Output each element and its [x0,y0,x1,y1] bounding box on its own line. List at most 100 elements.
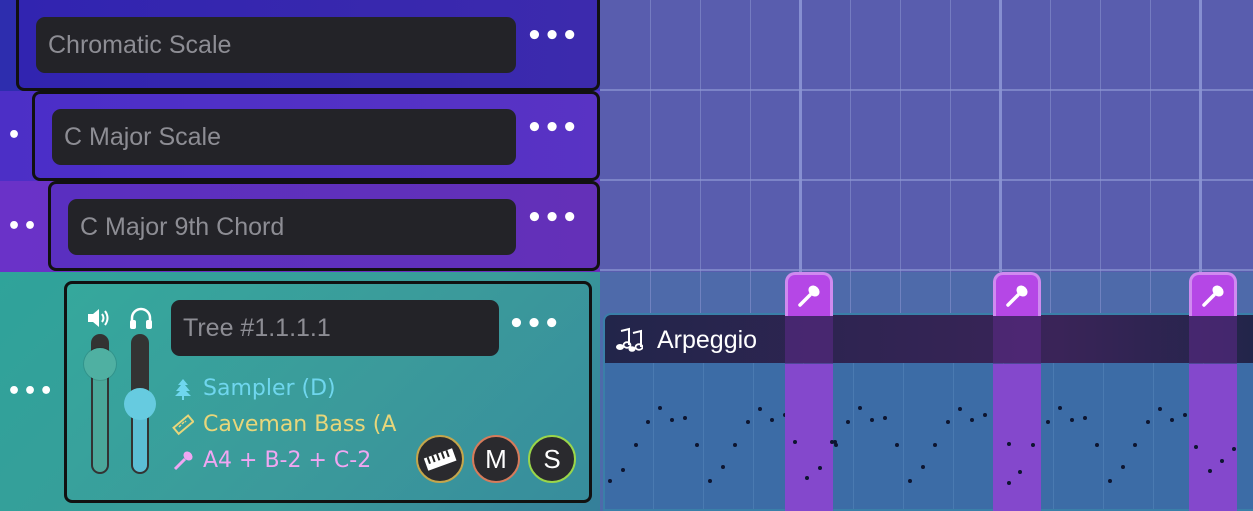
grid-line [950,272,951,313]
note-dot [758,407,762,411]
note-dot [1170,418,1174,422]
clip-grid-line [653,363,654,509]
clip-header[interactable]: Arpeggio [605,315,1253,363]
solo-button[interactable]: S [528,435,576,483]
loop-marker-handle[interactable] [785,272,833,316]
piano-roll-button[interactable] [416,435,464,483]
note-dot [1046,420,1050,424]
note-dot [1018,470,1022,474]
preset-label: Caveman Bass (A [203,412,397,437]
clip-grid-line [953,363,954,509]
grid-line [750,272,751,313]
instrument-name-field[interactable]: Tree #1.1.1.1 [171,300,499,356]
grid-line [1100,0,1101,272]
grid-line [750,0,751,272]
notes-label: A4 + B-2 + C-2 [203,448,372,473]
note-dot [721,465,725,469]
microphone-icon [1006,285,1028,307]
preset-link[interactable]: Caveman Bass (A [171,412,396,438]
grid-row-divider [600,89,1253,91]
clip-grid-line [753,363,754,509]
clip-grid-line [1153,363,1154,509]
indent-dots: ••• [7,379,56,404]
loop-marker-handle[interactable] [993,272,1041,316]
ruler-icon [171,413,195,437]
note-dot [1095,443,1099,447]
instrument-track[interactable]: Tree #1.1.1.1 ••• Sampler (D) Caveman Ba… [64,281,592,503]
grid-line [999,0,1002,272]
note-dot [1194,445,1198,449]
track-c-major-9th-chord[interactable]: C Major 9th Chord ••• [48,181,600,271]
note-dot [1183,413,1187,417]
note-dot [746,420,750,424]
note-dot [683,416,687,420]
note-dot [670,418,674,422]
note-dot [1108,479,1112,483]
grid-line [900,272,901,313]
headphone-slider-knob[interactable] [124,388,156,420]
microphone-icon [1202,285,1224,307]
note-dot [608,479,612,483]
clip-note-area[interactable] [605,363,1253,509]
mute-button[interactable]: M [472,435,520,483]
note-dot [1121,465,1125,469]
note-dot [946,420,950,424]
grid-line [1050,272,1051,313]
grid-line [700,272,701,313]
loop-marker-handle[interactable] [1189,272,1237,316]
grid-row-divider [600,179,1253,181]
clip-grid-line [853,363,854,509]
volume-slider-knob[interactable] [84,348,116,380]
note-dot [770,418,774,422]
grid-line [650,0,651,272]
note-dot [621,468,625,472]
note-dot [830,440,834,444]
arpeggio-clip[interactable]: Arpeggio [603,313,1253,511]
note-dot [1007,481,1011,485]
note-dot [1007,442,1011,446]
note-dot [1208,469,1212,473]
loop-marker-column[interactable] [1189,364,1237,511]
note-dot [1146,420,1150,424]
note-dot [1083,416,1087,420]
sampler-link[interactable]: Sampler (D) [171,376,336,402]
grid-line [1150,0,1151,272]
track-name-field[interactable]: C Major 9th Chord [68,199,516,255]
loop-marker-column[interactable] [993,364,1041,511]
note-dot [921,465,925,469]
track-name-field[interactable]: Chromatic Scale [36,17,516,73]
track-chromatic-scale[interactable]: Chromatic Scale ••• [16,0,600,91]
note-dot [870,418,874,422]
note-dot [658,406,662,410]
note-dot [908,479,912,483]
grid-line [799,0,802,272]
clip-grid-line [903,363,904,509]
loop-marker-column[interactable] [785,364,833,511]
note-dot [933,443,937,447]
track-c-major-scale[interactable]: C Major Scale ••• [32,91,600,181]
track-list: Chromatic Scale ••• • C Major Scale ••• … [0,0,600,511]
grid-line [700,0,701,272]
notes-link[interactable]: A4 + B-2 + C-2 [171,448,371,474]
clip-grid-line [1053,363,1054,509]
note-dot [818,466,822,470]
note-dot [858,406,862,410]
grid-line [850,0,851,272]
track-menu-button[interactable]: ••• [526,205,579,231]
instrument-menu-button[interactable]: ••• [508,311,561,337]
volume-icon [88,309,109,327]
clip-grid-line [703,363,704,509]
track-menu-button[interactable]: ••• [526,115,579,141]
headphones-icon [130,307,152,329]
track-menu-button[interactable]: ••• [526,23,579,49]
grid-line [950,0,951,272]
grid-line [900,0,901,272]
grid-line [650,272,651,313]
note-dot [1058,406,1062,410]
note-dot [695,443,699,447]
grid-row-divider [600,269,1253,271]
indent-dots: • [7,123,22,148]
daw-window: Chromatic Scale ••• • C Major Scale ••• … [0,0,1253,511]
grid-line [1150,272,1151,313]
track-name-field[interactable]: C Major Scale [52,109,516,165]
